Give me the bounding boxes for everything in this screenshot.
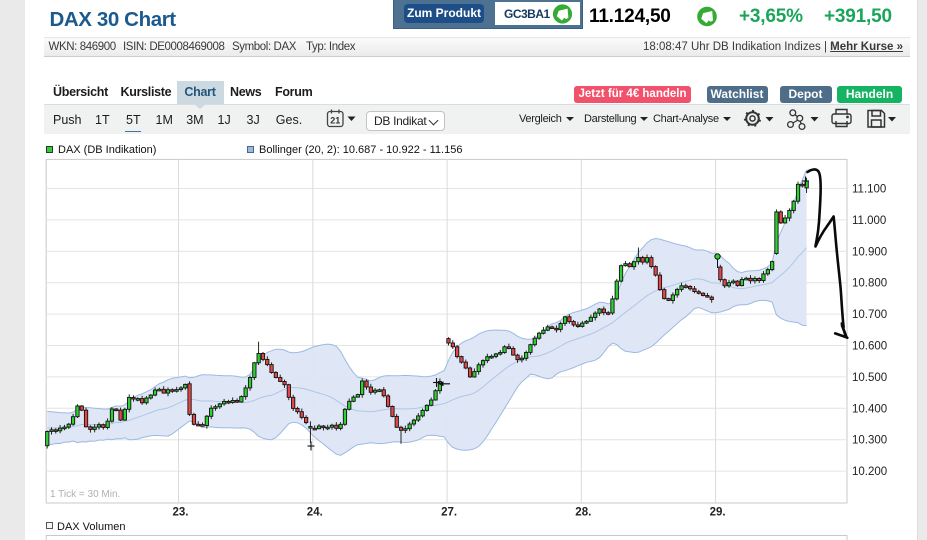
svg-text:10.200: 10.200 [852, 466, 887, 478]
svg-text:21: 21 [330, 116, 340, 126]
svg-text:10.600: 10.600 [852, 341, 887, 353]
svg-text:10.300: 10.300 [852, 435, 887, 447]
svg-text:1 Tick = 30 Min.: 1 Tick = 30 Min. [50, 489, 120, 500]
svg-text:11.000: 11.000 [852, 215, 886, 227]
svg-text:29.: 29. [710, 507, 726, 519]
svg-text:11.100: 11.100 [852, 184, 886, 196]
svg-text:10.700: 10.700 [852, 309, 887, 321]
svg-text:10.800: 10.800 [852, 278, 887, 290]
svg-text:10.900: 10.900 [852, 246, 887, 258]
svg-text:10.400: 10.400 [852, 403, 887, 415]
svg-text:27.: 27. [441, 507, 457, 519]
svg-text:24.: 24. [307, 507, 323, 519]
svg-text:23.: 23. [173, 507, 189, 519]
svg-text:10.500: 10.500 [852, 372, 887, 384]
svg-text:28.: 28. [575, 507, 591, 519]
